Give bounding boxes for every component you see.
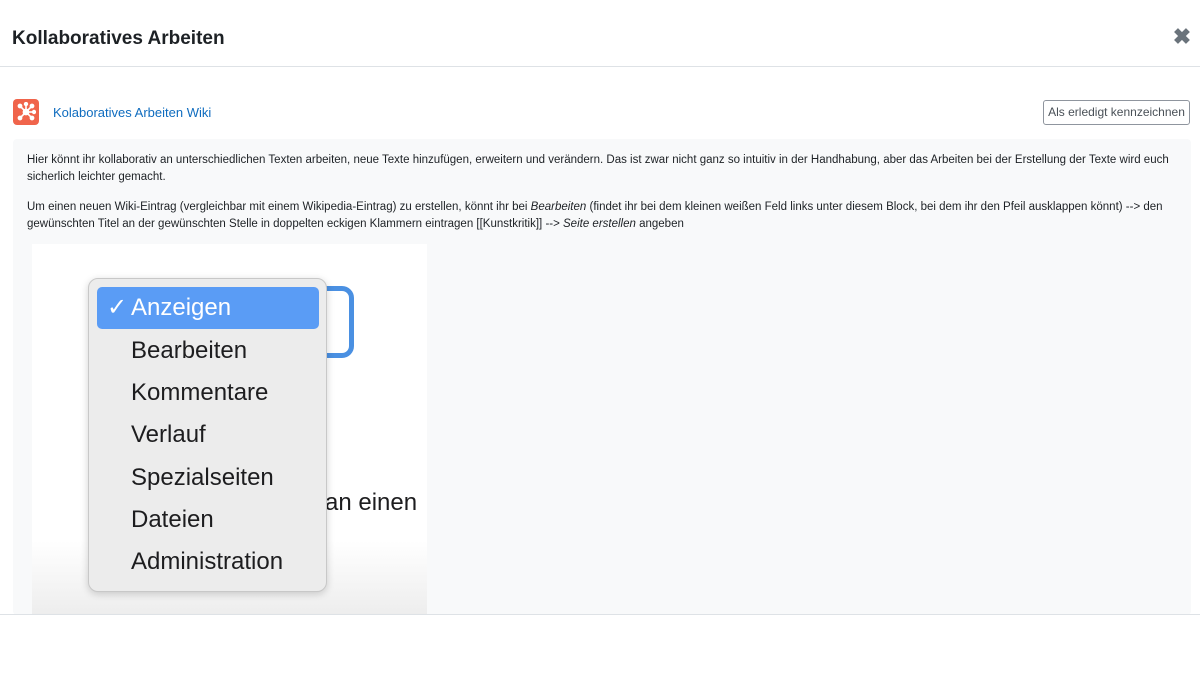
mark-as-done-button[interactable]: Als erledigt kennzeichnen — [1043, 100, 1190, 125]
menu-item-label: Verlauf — [131, 421, 206, 448]
menu-item-kommentare: Kommentare — [97, 372, 319, 414]
description-text: Um einen neuen Wiki-Eintrag (vergleichba… — [27, 201, 531, 213]
menu-item-spezialseiten: Spezialseiten — [97, 457, 319, 499]
menu-item-label: Bearbeiten — [131, 337, 248, 364]
modal-header: Kollaboratives Arbeiten ✖ — [0, 0, 1200, 67]
wiki-icon — [13, 99, 39, 125]
description-text: angeben — [635, 217, 684, 230]
menu-item-bearbeiten: Bearbeiten — [97, 330, 319, 372]
close-icon[interactable]: ✖ — [1172, 26, 1192, 48]
menu-item-verlauf: Verlauf — [97, 414, 319, 456]
menu-item-label: Dateien — [131, 506, 214, 533]
menu-item-label: Anzeigen — [131, 294, 232, 321]
activity-link[interactable]: Kolaboratives Arbeiten Wiki — [53, 105, 211, 120]
menu-item-dateien: Dateien — [97, 499, 319, 541]
menu-item-label: Kommentare — [131, 379, 269, 406]
modal-title: Kollaboratives Arbeiten — [12, 28, 225, 49]
screenshot-dropdown-menu: ✓ Anzeigen Bearbeiten Kommentare Verlauf… — [88, 278, 327, 592]
description-emphasis-seite-erstellen: Seite erstellen — [563, 217, 636, 230]
activity-header: Kolaboratives Arbeiten Wiki Als erledigt… — [0, 97, 1200, 129]
modal-footer-divider — [0, 614, 1200, 615]
menu-item-label: Administration — [131, 548, 284, 575]
screenshot-background-text: an einen — [325, 489, 418, 516]
activity-description: Hier könnt ihr kollaborativ an unterschi… — [13, 139, 1191, 615]
description-paragraph-1: Hier könnt ihr kollaborativ an unterschi… — [27, 154, 1169, 183]
embedded-screenshot: an einen ✓ Anzeigen Bearbeiten Kommentar… — [32, 244, 427, 615]
menu-item-administration: Administration — [97, 541, 319, 583]
description-paragraph-2: Um einen neuen Wiki-Eintrag (vergleichba… — [27, 199, 1172, 232]
checkmark-icon: ✓ — [107, 294, 128, 321]
description-emphasis-bearbeiten: Bearbeiten — [530, 201, 587, 213]
menu-item-label: Spezialseiten — [131, 464, 274, 491]
menu-item-anzeigen: ✓ Anzeigen — [97, 287, 319, 329]
